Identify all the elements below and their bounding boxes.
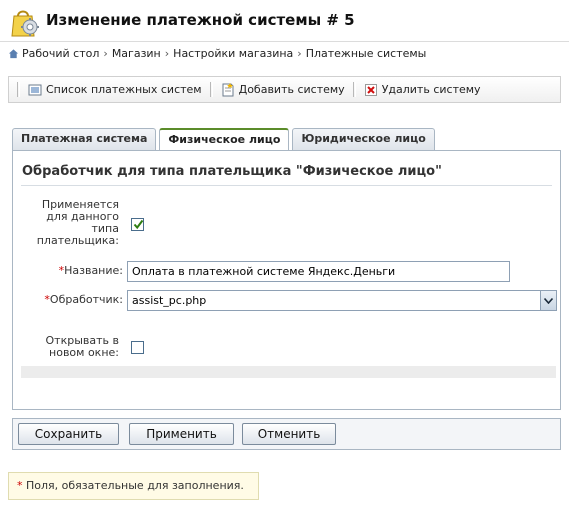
required-fields-note: * Поля, обязательные для заполнения. — [8, 472, 259, 500]
shopping-bag-gear-icon — [11, 10, 39, 37]
applies-label: Применяется для данного типа плательщика… — [19, 199, 119, 247]
checkmark-icon — [133, 219, 144, 230]
breadcrumb: Рабочий стол › Магазин › Настройки магаз… — [8, 47, 426, 60]
payment-systems-list-label: Список платежных систем — [46, 83, 202, 96]
panel-footer-bar — [21, 366, 556, 378]
name-label: *Название: — [19, 265, 123, 277]
new-window-label: Открывать в новом окне: — [19, 335, 119, 359]
breadcrumb-separator: › — [164, 47, 170, 60]
delete-system-button[interactable]: Удалить систему — [360, 83, 485, 97]
heading-divider — [21, 185, 552, 186]
handler-select-value: assist_pc.php — [132, 294, 207, 307]
title-bar: Изменение платежной системы # 5 — [0, 0, 569, 42]
delete-system-label: Удалить систему — [381, 83, 481, 96]
toolbar-grip — [17, 82, 20, 97]
breadcrumb-payment-systems[interactable]: Платежные системы — [306, 47, 427, 60]
home-icon — [8, 49, 19, 59]
tab-payment-system[interactable]: Платежная система — [12, 128, 157, 150]
breadcrumb-dashboard[interactable]: Рабочий стол — [22, 47, 99, 60]
handler-label-text: Обработчик: — [49, 293, 123, 306]
add-document-icon — [222, 82, 234, 96]
chevron-down-icon[interactable] — [540, 291, 556, 310]
tab-bar: Платежная система Физическое лицо Юридич… — [12, 128, 438, 151]
new-window-checkbox[interactable] — [131, 341, 144, 354]
panel-heading: Обработчик для типа плательщика "Физичес… — [22, 164, 442, 179]
delete-icon — [364, 83, 377, 96]
save-button[interactable]: Сохранить — [18, 423, 119, 445]
list-icon — [28, 84, 42, 95]
add-system-label: Добавить систему — [238, 83, 345, 96]
applies-checkbox[interactable] — [131, 218, 144, 231]
payment-systems-list-button[interactable]: Список платежных систем — [24, 83, 206, 97]
form-buttons-bar: Сохранить Применить Отменить — [12, 418, 561, 450]
breadcrumb-separator: › — [297, 47, 302, 60]
tab-panel: Обработчик для типа плательщика "Физичес… — [12, 150, 561, 410]
page-title: Изменение платежной системы # 5 — [46, 11, 355, 29]
name-label-text: Название: — [64, 264, 123, 277]
applies-label-line: плательщика: — [36, 234, 119, 247]
apply-button[interactable]: Применить — [129, 423, 234, 445]
add-system-button[interactable]: Добавить систему — [217, 82, 349, 97]
breadcrumb-store[interactable]: Магазин — [112, 47, 161, 60]
toolbar: Список платежных систем Добавить систему… — [8, 76, 561, 103]
tab-individual[interactable]: Физическое лицо — [159, 128, 290, 151]
toolbar-separator — [209, 82, 213, 97]
toolbar-separator — [352, 82, 356, 97]
new-window-label-line: новом окне: — [49, 346, 119, 359]
name-input[interactable]: Оплата в платежной системе Яндекс.Деньги — [127, 261, 510, 282]
required-fields-note-text: Поля, обязательные для заполнения. — [22, 479, 244, 492]
cancel-button[interactable]: Отменить — [242, 423, 336, 445]
handler-select[interactable]: assist_pc.php — [127, 290, 557, 311]
breadcrumb-store-settings[interactable]: Настройки магазина — [173, 47, 293, 60]
handler-label: *Обработчик: — [19, 294, 123, 306]
tab-legal-entity[interactable]: Юридическое лицо — [292, 128, 435, 150]
breadcrumb-separator: › — [103, 47, 108, 60]
